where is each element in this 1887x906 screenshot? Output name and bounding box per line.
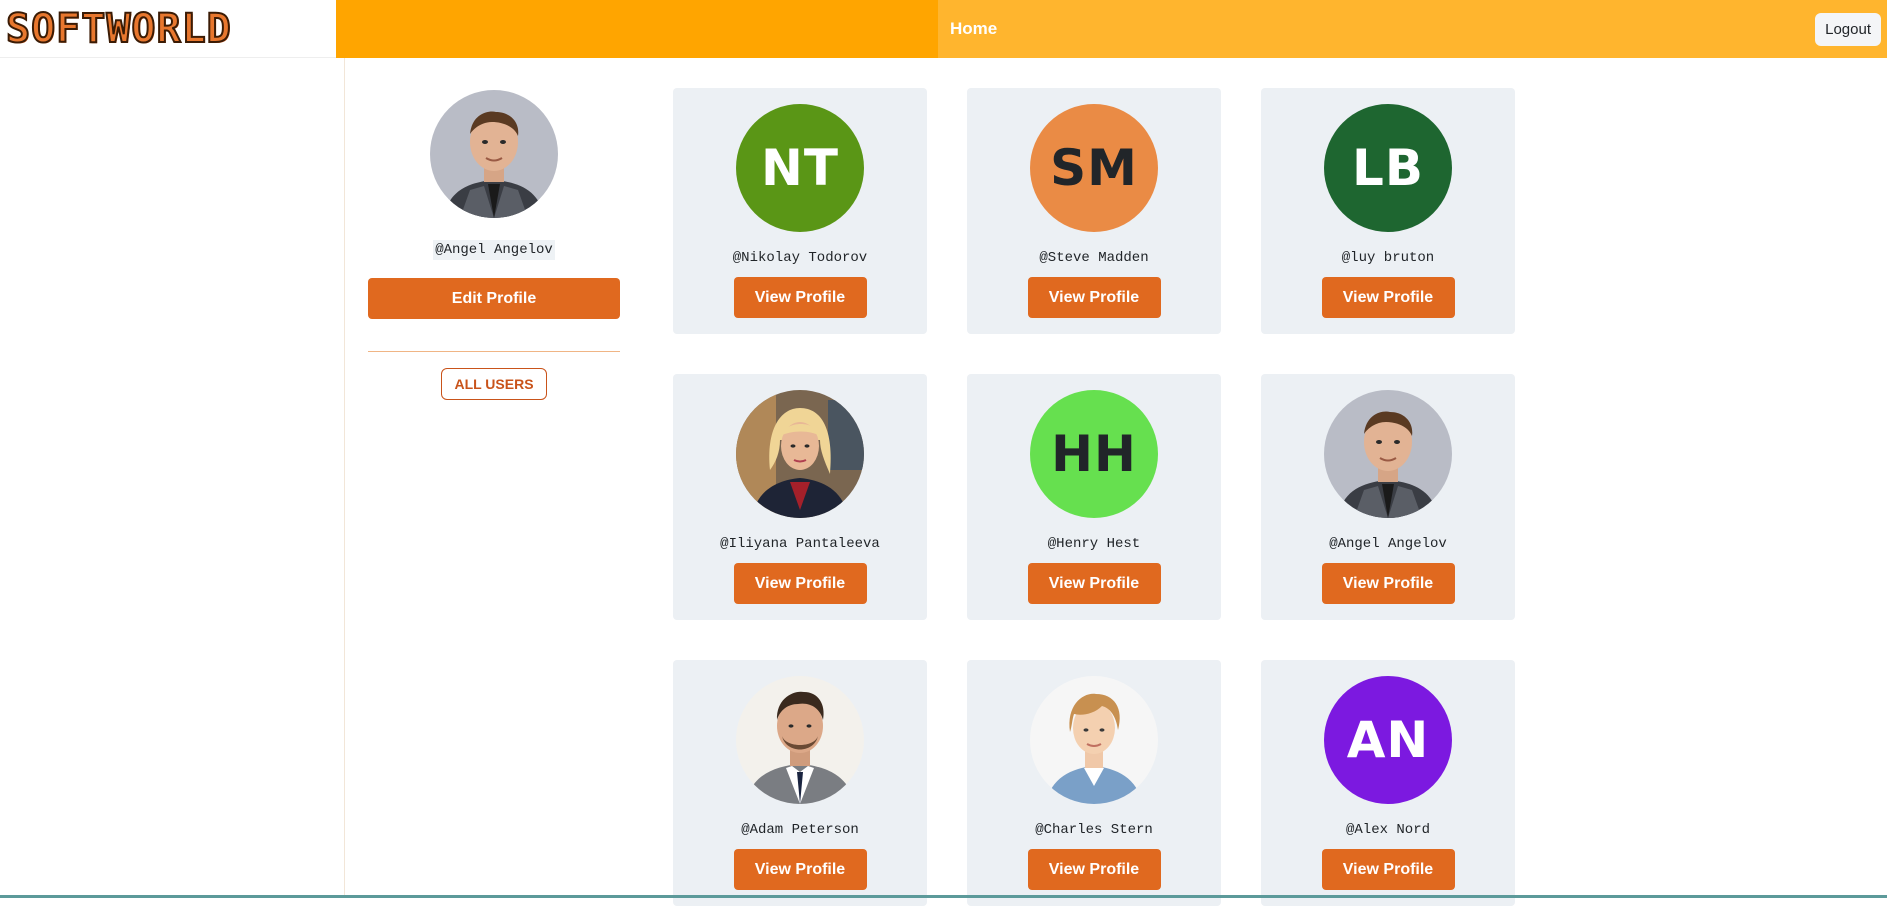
user-card: AN @Alex Nord View Profile [1261, 660, 1515, 906]
navbar-right-section: Home Logout [938, 0, 1887, 58]
view-profile-button[interactable]: View Profile [1027, 277, 1161, 318]
user-card: NT @Nikolay Todorov View Profile [673, 88, 927, 334]
user-avatar [736, 390, 864, 518]
avatar-initials: SM [1050, 139, 1138, 197]
avatar-initials: AN [1346, 711, 1430, 769]
user-avatar [736, 676, 864, 804]
user-avatar: SM [1030, 104, 1158, 232]
user-username: @Henry Hest [1047, 536, 1141, 552]
users-grid: NT @Nikolay Todorov View Profile SM @Ste… [673, 88, 1515, 906]
avatar-photo-icon [1030, 676, 1158, 804]
avatar-photo-icon [736, 390, 864, 518]
user-card: @Angel Angelov View Profile [1261, 374, 1515, 620]
user-username: @Nikolay Todorov [732, 250, 868, 266]
home-link[interactable]: Home [950, 19, 997, 39]
logout-button[interactable]: Logout [1815, 12, 1881, 46]
avatar-photo-icon [430, 90, 558, 218]
edit-profile-button[interactable]: Edit Profile [368, 278, 620, 319]
user-username: @Iliyana Pantaleeva [720, 536, 880, 552]
avatar-initials: HH [1051, 425, 1137, 483]
user-username: @Angel Angelov [1329, 536, 1447, 552]
user-card: SM @Steve Madden View Profile [967, 88, 1221, 334]
view-profile-button[interactable]: View Profile [1027, 563, 1161, 604]
user-username: @Charles Stern [1035, 822, 1153, 838]
view-profile-button[interactable]: View Profile [1321, 277, 1455, 318]
user-card: LB @luy bruton View Profile [1261, 88, 1515, 334]
user-card: @Iliyana Pantaleeva View Profile [673, 374, 927, 620]
view-profile-button[interactable]: View Profile [733, 849, 867, 890]
user-avatar: AN [1324, 676, 1452, 804]
user-username: @Adam Peterson [741, 822, 859, 838]
navbar-left-section [336, 0, 938, 58]
user-card: HH @Henry Hest View Profile [967, 374, 1221, 620]
sidebar-divider [344, 58, 345, 898]
user-avatar: LB [1324, 104, 1452, 232]
divider [368, 351, 620, 352]
user-avatar: NT [736, 104, 864, 232]
current-user-panel: @Angel Angelov Edit Profile ALL USERS [368, 90, 620, 400]
all-users-button[interactable]: ALL USERS [441, 368, 547, 400]
user-avatar [1030, 676, 1158, 804]
brand-logo[interactable]: SOFTWORLD [0, 0, 336, 58]
view-profile-button[interactable]: View Profile [733, 277, 867, 318]
user-username: @Alex Nord [1345, 822, 1430, 838]
avatar-photo-icon [1324, 390, 1452, 518]
view-profile-button[interactable]: View Profile [733, 563, 867, 604]
user-card: @Charles Stern View Profile [967, 660, 1221, 906]
avatar-initials: NT [761, 139, 839, 197]
top-navbar: SOFTWORLD Home Logout [0, 0, 1887, 58]
logo-text: SOFTWORLD [5, 5, 232, 53]
current-user-avatar [430, 90, 558, 218]
user-username: @Steve Madden [1039, 250, 1149, 266]
view-profile-button[interactable]: View Profile [1321, 849, 1455, 890]
current-user-username: @Angel Angelov [433, 240, 555, 260]
view-profile-button[interactable]: View Profile [1321, 563, 1455, 604]
avatar-initials: LB [1352, 139, 1424, 197]
user-username: @luy bruton [1341, 250, 1435, 266]
user-avatar [1324, 390, 1452, 518]
avatar-photo-icon [736, 676, 864, 804]
view-profile-button[interactable]: View Profile [1027, 849, 1161, 890]
user-card: @Adam Peterson View Profile [673, 660, 927, 906]
user-avatar: HH [1030, 390, 1158, 518]
